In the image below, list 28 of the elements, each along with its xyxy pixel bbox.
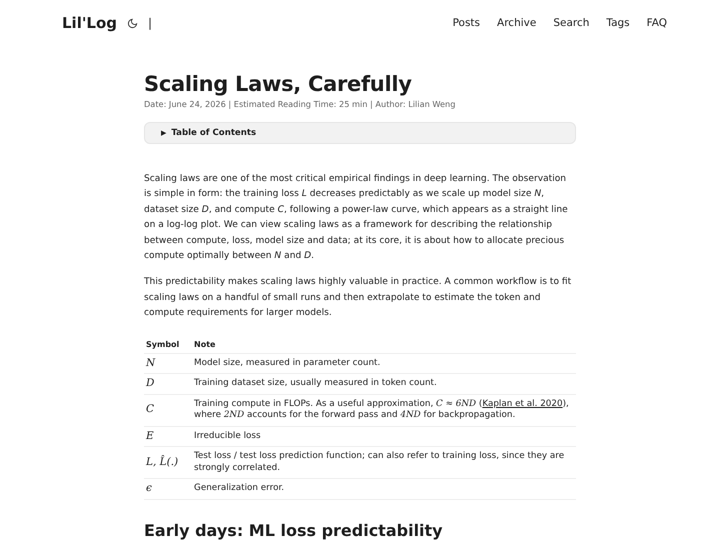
citation-link[interactable]: Kaplan et al. 2020 — [482, 398, 563, 409]
table-cell: ϵ — [144, 478, 192, 500]
table-cell: E — [144, 426, 192, 447]
table-cell: Training dataset size, usually measured in token count. — [192, 374, 576, 394]
table-cell: Irreducible loss — [192, 426, 576, 447]
post-title: Scaling Laws, Carefully — [144, 72, 413, 96]
table-cell: C — [144, 394, 192, 426]
table-cell: Training compute in FLOPs. As a useful approximation, C ≈ 6ND (Kaplan et al. 2020), where 2ND accounts for the forward pass and 4ND for backpropagation. — [192, 394, 576, 426]
separator: | — [148, 16, 152, 30]
table-cell: L, L̂(.) — [144, 446, 192, 479]
table-cell: N — [144, 353, 192, 374]
post-meta: Date: June 24, 2026 | Estimated Reading Time: 25 min | Author: Lilian Weng — [144, 99, 456, 109]
paragraph: This predictability makes scaling laws highly valuable in practice. A common workflow is to fit scaling laws on a handful of small runs and then extrapolate to estimate the token and compute requirements for larger models. — [144, 276, 572, 320]
moon-icon[interactable] — [127, 18, 138, 28]
nav-link[interactable]: Posts — [452, 17, 480, 29]
nav-link[interactable]: Tags — [606, 17, 630, 29]
table-cell: D — [144, 374, 192, 394]
site-logo[interactable]: Lil'Log — [62, 14, 118, 32]
table-cell: Generalization error. — [192, 478, 576, 500]
table-cell: Test loss / test loss prediction function; can also refer to training loss, since they are strongly correlated. — [192, 446, 576, 479]
column-header: Note — [192, 336, 576, 354]
nav-link[interactable]: FAQ — [646, 17, 667, 29]
section-heading: Early days: ML loss predictability — [144, 520, 444, 540]
table-cell: Model size, measured in parameter count. — [192, 353, 576, 374]
nav-link[interactable]: Archive — [497, 17, 536, 29]
paragraph: Scaling laws are one of the most critical empirical findings in deep learning. The observation is simple in form: the training loss L decreases predictably as we scale up model size N, dataset size D, and compute C, following a power-law curve, which appears as a straight line on a log-log plot. We can view scaling laws as a framework for describing the relationship between compute, loss, model size and data; at its core, it is about how to allocate precious compute optimally between N and D. — [144, 173, 569, 264]
column-header: Symbol — [144, 336, 192, 354]
nav-link[interactable]: Search — [553, 17, 590, 29]
